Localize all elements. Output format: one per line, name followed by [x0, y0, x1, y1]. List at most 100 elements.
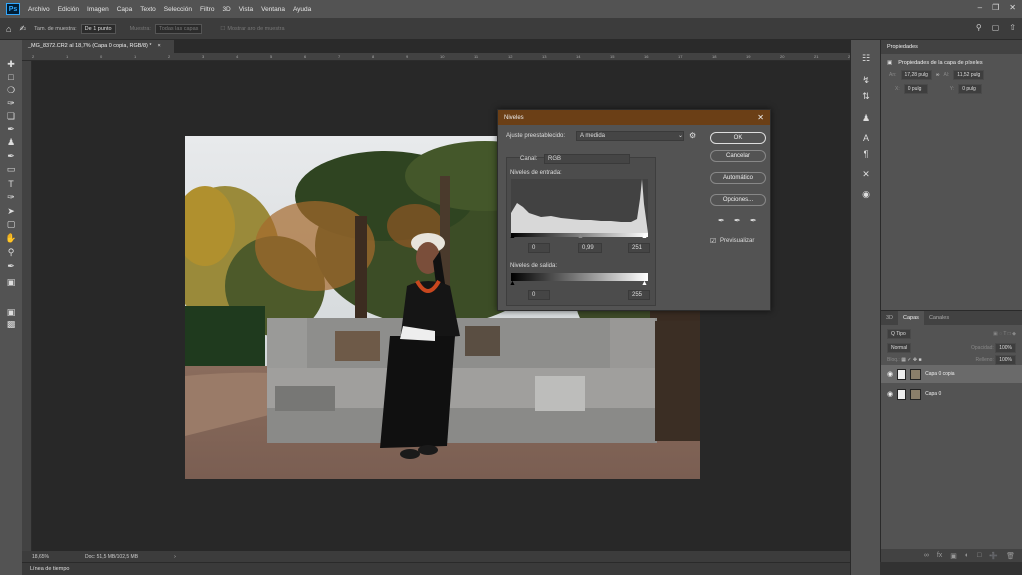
- y-field[interactable]: 0 pulg: [958, 84, 983, 94]
- history-icon[interactable]: ☷: [859, 52, 873, 64]
- marquee-tool-icon[interactable]: □: [4, 71, 18, 83]
- color-swatch-icon[interactable]: ▣: [4, 276, 18, 288]
- eyedropper-tool-icon[interactable]: ✍: [19, 24, 26, 33]
- menu-vista[interactable]: Vista: [235, 6, 257, 13]
- type-tool-icon[interactable]: T: [4, 178, 18, 190]
- sample-size-select[interactable]: De 1 punto: [80, 23, 116, 34]
- pen-tool-icon[interactable]: ✑: [4, 191, 18, 203]
- ok-button[interactable]: OK: [710, 132, 766, 144]
- hand-tool-icon[interactable]: ✋: [4, 232, 18, 244]
- gray-eyedropper-icon[interactable]: ✒: [734, 216, 741, 225]
- menu-texto[interactable]: Texto: [136, 6, 160, 13]
- brush-tool-icon[interactable]: ✒: [4, 123, 18, 135]
- sample-select[interactable]: Todas las capas: [154, 23, 203, 34]
- layer-name[interactable]: Capa 0 copia: [925, 371, 954, 377]
- share-icon[interactable]: ⇧: [1009, 23, 1016, 32]
- fx-icon[interactable]: fx: [937, 552, 942, 559]
- menu-archivo[interactable]: Archivo: [24, 6, 54, 13]
- tab-3d[interactable]: 3D: [881, 311, 898, 325]
- show-ring-checkbox[interactable]: ☐: [220, 26, 225, 32]
- white-eyedropper-icon[interactable]: ✒: [750, 216, 757, 225]
- cancel-button[interactable]: Cancelar: [710, 150, 766, 162]
- zoom-tool-icon[interactable]: ⚲: [4, 246, 18, 258]
- input-black-field[interactable]: 0: [528, 243, 550, 253]
- menu-seleccion[interactable]: Selección: [160, 6, 196, 13]
- character-icon[interactable]: A: [859, 132, 873, 144]
- menu-capa[interactable]: Capa: [113, 6, 137, 13]
- black-eyedropper-icon[interactable]: ✒: [718, 216, 725, 225]
- width-field[interactable]: 17,28 pulg: [900, 70, 932, 80]
- timeline-label[interactable]: Línea de tiempo: [30, 566, 69, 572]
- photoshop-logo[interactable]: Ps: [6, 3, 20, 15]
- close-dialog-icon[interactable]: ✕: [757, 113, 764, 122]
- status-arrow-icon[interactable]: ›: [174, 554, 176, 560]
- menu-filtro[interactable]: Filtro: [196, 6, 218, 13]
- layer-row[interactable]: ◉ Capa 0: [881, 385, 1022, 403]
- fill-field[interactable]: 100%: [995, 355, 1016, 365]
- adjustment-layer-icon[interactable]: ◐: [965, 552, 969, 559]
- stamp-tool-icon[interactable]: ♟: [4, 136, 18, 148]
- home-icon[interactable]: ⌂: [6, 24, 11, 34]
- menu-3d[interactable]: 3D: [218, 6, 234, 13]
- delete-layer-icon[interactable]: 🗑: [1006, 552, 1015, 560]
- paragraph-icon[interactable]: ¶: [859, 148, 873, 160]
- opacity-field[interactable]: 100%: [995, 343, 1016, 353]
- options-button[interactable]: Opciones...: [710, 194, 766, 206]
- output-white-slider-icon[interactable]: ▲: [641, 280, 648, 287]
- tab-capas[interactable]: Capas: [898, 311, 924, 325]
- lock-icons[interactable]: ▦ ✓ ✥ ■: [901, 357, 921, 363]
- input-gamma-slider-icon[interactable]: ▲: [577, 233, 584, 240]
- path-select-icon[interactable]: ➤: [4, 205, 18, 217]
- eyedropper-icon[interactable]: ✒: [4, 260, 18, 272]
- close-icon[interactable]: ✕: [1009, 3, 1016, 12]
- layer-filter-select[interactable]: Q Tipo: [887, 329, 911, 339]
- adjustments-icon[interactable]: ⇅: [859, 90, 873, 102]
- x-field[interactable]: 0 pulg: [903, 84, 928, 94]
- auto-button[interactable]: Automático: [710, 172, 766, 184]
- layer-name[interactable]: Capa 0: [925, 391, 941, 397]
- move-tool-icon[interactable]: ✚: [4, 58, 18, 70]
- doc-size[interactable]: Doc: 51,5 MB/102,5 MB: [85, 554, 138, 560]
- menu-imagen[interactable]: Imagen: [83, 6, 113, 13]
- eraser-tool-icon[interactable]: ▭: [4, 163, 18, 175]
- height-field[interactable]: 11,52 pulg: [953, 70, 985, 80]
- input-white-slider-icon[interactable]: ▲: [641, 233, 648, 240]
- filter-icons[interactable]: ▣ ◌ T □ ◆: [993, 331, 1016, 337]
- new-layer-icon[interactable]: ➕: [989, 552, 998, 560]
- preset-gear-icon[interactable]: ⚙: [689, 131, 696, 140]
- close-tab-icon[interactable]: ×: [158, 43, 161, 49]
- channel-select[interactable]: RGB: [544, 154, 630, 164]
- history-brush-icon[interactable]: ✒: [4, 150, 18, 162]
- preset-select[interactable]: A medida: [576, 131, 684, 141]
- brush-settings-icon[interactable]: ↯: [859, 74, 873, 86]
- quick-select-icon[interactable]: ✑: [4, 97, 18, 109]
- crop-tool-icon[interactable]: ❏: [4, 110, 18, 122]
- visibility-eye-icon[interactable]: ◉: [887, 390, 893, 398]
- zoom-level[interactable]: 18,65%: [32, 554, 49, 560]
- preview-checkbox[interactable]: ☑: [710, 237, 716, 245]
- input-white-field[interactable]: 251: [628, 243, 650, 253]
- input-gamma-field[interactable]: 0,99: [578, 243, 602, 253]
- shape-tool-icon[interactable]: ▢: [4, 218, 18, 230]
- link-icon[interactable]: ∞: [936, 72, 940, 78]
- mask-icon[interactable]: ▣: [950, 552, 957, 560]
- layer-row[interactable]: ◉ Capa 0 copia: [881, 365, 1022, 383]
- menu-edicion[interactable]: Edición: [54, 6, 83, 13]
- visibility-eye-icon[interactable]: ◉: [887, 370, 893, 378]
- preset-dropdown-icon[interactable]: ⌄: [678, 132, 683, 139]
- link-layers-icon[interactable]: ∞: [924, 552, 929, 559]
- input-black-slider-icon[interactable]: ▲: [509, 233, 516, 240]
- group-icon[interactable]: □: [977, 552, 981, 559]
- properties-tab[interactable]: Propiedades: [881, 40, 1022, 54]
- quick-mask-icon[interactable]: ▣: [4, 306, 18, 318]
- menu-ayuda[interactable]: Ayuda: [289, 6, 315, 13]
- tab-canales[interactable]: Canales: [924, 311, 954, 325]
- menu-ventana[interactable]: Ventana: [257, 6, 289, 13]
- minimize-icon[interactable]: –: [978, 3, 982, 12]
- output-black-field[interactable]: 0: [528, 290, 550, 300]
- search-icon[interactable]: ⚲: [976, 23, 982, 32]
- document-tab[interactable]: _MG_8372.CR2 al 18,7% (Capa 0 copia, RGB…: [22, 40, 174, 53]
- output-black-slider-icon[interactable]: ▲: [509, 280, 516, 287]
- 3d-icon[interactable]: ◉: [859, 188, 873, 200]
- levels-title-bar[interactable]: Niveles ✕: [498, 110, 770, 125]
